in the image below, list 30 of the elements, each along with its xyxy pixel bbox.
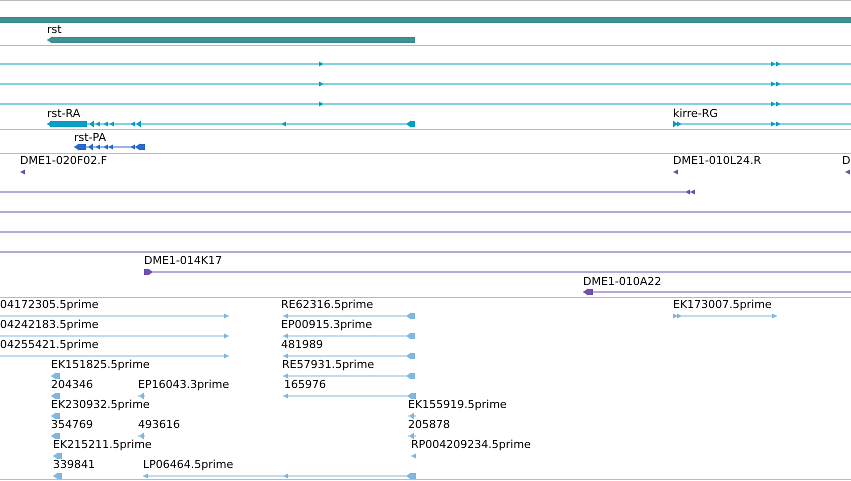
feature-label: EK230932.5prime bbox=[51, 398, 150, 411]
feature-label: LP06464.5prime bbox=[143, 458, 234, 471]
feature-label: 165976 bbox=[284, 378, 326, 391]
feature-label: EK215211.5prime bbox=[53, 438, 152, 451]
feature-label: D bbox=[842, 154, 850, 167]
feature-label: 493616 bbox=[138, 418, 180, 431]
feature-label: 354769 bbox=[51, 418, 93, 431]
feature-label: 04242183.5prime bbox=[0, 318, 99, 331]
feature-label: DME1-014K17 bbox=[144, 254, 222, 267]
feature-label: RP004209234.5prime bbox=[411, 438, 531, 451]
feature-label: 481989 bbox=[281, 338, 323, 351]
feature-label: rst-RA bbox=[47, 107, 80, 120]
feature-label: EK155919.5prime bbox=[408, 398, 507, 411]
feature-label: DME1-020F02.F bbox=[20, 154, 108, 167]
feature-label: RE62316.5prime bbox=[281, 298, 374, 311]
feature-label: 205878 bbox=[408, 418, 450, 431]
feature-label: DME1-010A22 bbox=[583, 275, 662, 288]
feature-label: EK151825.5prime bbox=[51, 358, 150, 371]
feature-label: 04172305.5prime bbox=[0, 298, 99, 311]
feature-label: 204346 bbox=[51, 378, 93, 391]
feature-label: 04255421.5prime bbox=[0, 338, 99, 351]
feature-label: RE57931.5prime bbox=[282, 358, 374, 371]
feature-label: EK173007.5prime bbox=[673, 298, 772, 311]
feature-label: rst-PA bbox=[74, 131, 106, 144]
feature-label: rst bbox=[47, 23, 62, 36]
feature-label: 339841 bbox=[53, 458, 95, 471]
feature-label: EP00915.3prime bbox=[281, 318, 372, 331]
feature-label: kirre-RG bbox=[673, 107, 718, 120]
feature-label: DME1-010L24.R bbox=[673, 154, 762, 167]
feature-label: EP16043.3prime bbox=[138, 378, 230, 391]
